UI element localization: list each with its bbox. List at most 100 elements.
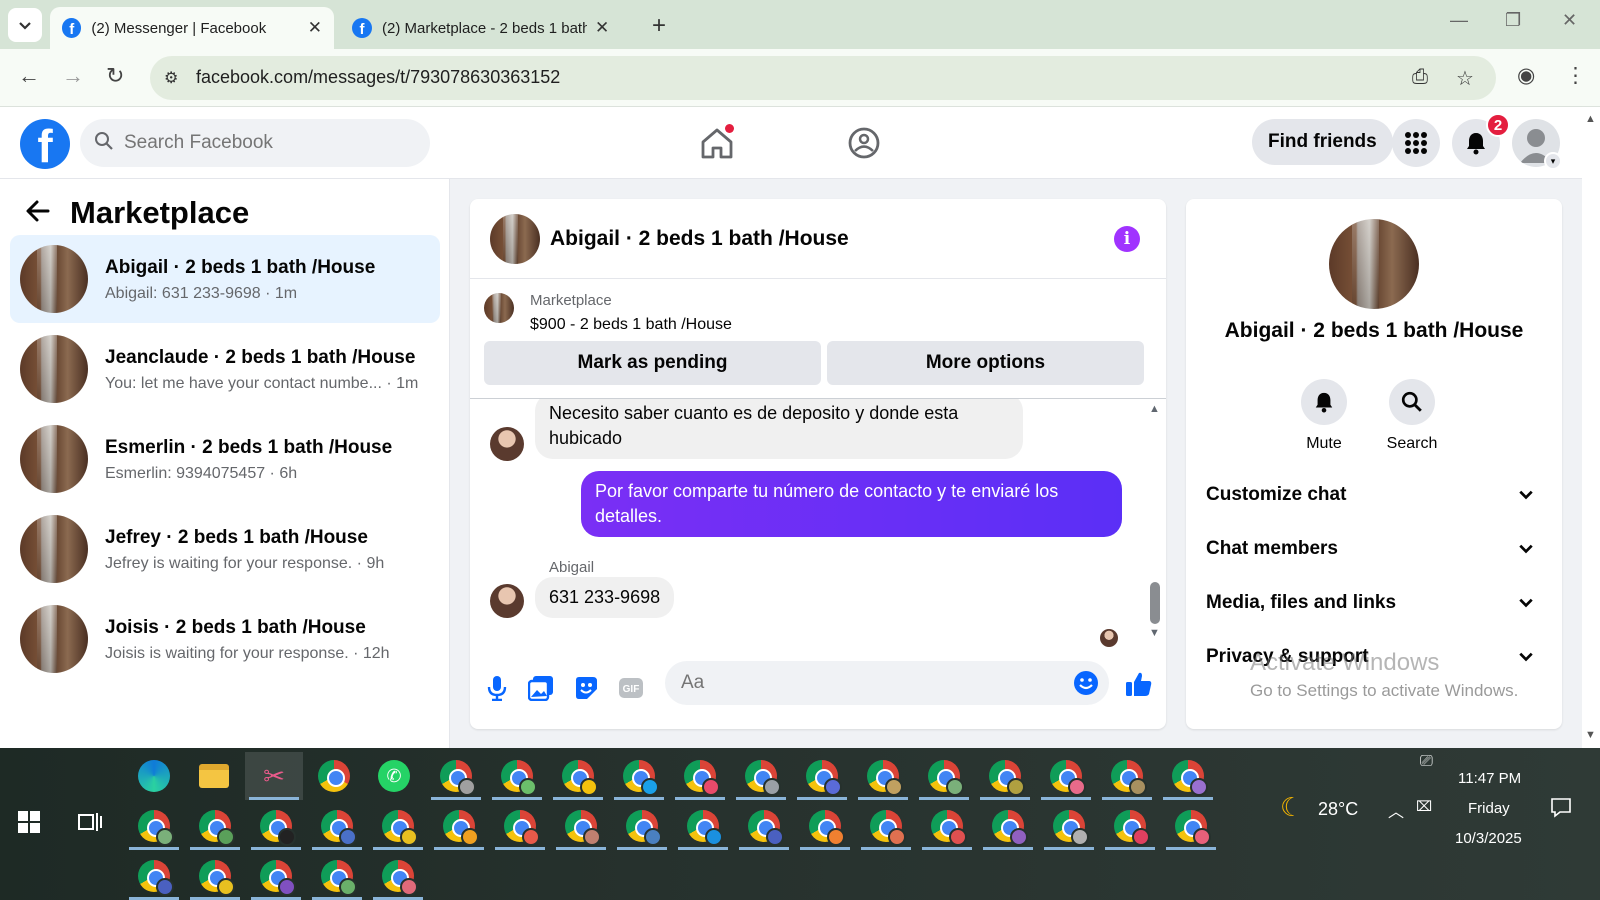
weather-moon-icon[interactable]: ☾ — [1280, 792, 1303, 823]
message-input-box[interactable] — [665, 661, 1109, 705]
chrome-profile-icon[interactable] — [610, 752, 668, 800]
search-icon[interactable] — [1389, 379, 1435, 425]
chrome-profile-icon[interactable] — [247, 852, 305, 900]
chrome-profile-icon[interactable] — [549, 752, 607, 800]
snipping-tool-icon[interactable]: ✂ — [245, 752, 303, 800]
notification-center-small-icon[interactable]: ⎚ — [1420, 753, 1433, 771]
close-tab-icon[interactable]: ✕ — [308, 18, 322, 38]
emoji-icon[interactable] — [1073, 670, 1099, 701]
minimize-icon[interactable]: — — [1450, 10, 1468, 31]
chrome-profile-icon[interactable] — [915, 752, 973, 800]
file-explorer-icon[interactable] — [185, 752, 243, 800]
search-input[interactable] — [124, 119, 414, 167]
chrome-profile-icon[interactable] — [613, 802, 671, 850]
close-window-icon[interactable]: ✕ — [1562, 10, 1577, 31]
chrome-profile-icon[interactable] — [488, 752, 546, 800]
chrome-profile-icon[interactable] — [125, 852, 183, 900]
chrome-profile-icon[interactable] — [976, 752, 1034, 800]
sticker-icon[interactable] — [571, 673, 601, 703]
microphone-icon[interactable] — [482, 673, 512, 703]
chrome-profile-icon[interactable] — [1159, 752, 1217, 800]
chat-scrollbar-thumb[interactable] — [1150, 582, 1160, 624]
chrome-profile-icon[interactable] — [125, 802, 183, 850]
scroll-down-icon[interactable]: ▼ — [1585, 729, 1596, 741]
clock-date[interactable]: 10/3/2025 — [1455, 830, 1522, 847]
chrome-profile-icon[interactable] — [1101, 802, 1159, 850]
chrome-profile-icon[interactable] — [491, 802, 549, 850]
chrome-profile-icon[interactable] — [918, 802, 976, 850]
scroll-down-icon[interactable]: ▼ — [1149, 627, 1160, 639]
chrome-profile-icon[interactable] — [430, 802, 488, 850]
menu-grid-button[interactable] — [1392, 119, 1440, 167]
clock-day[interactable]: Friday — [1468, 800, 1510, 817]
reload-button[interactable]: ↻ — [106, 63, 124, 89]
media-files-links-section[interactable]: Media, files and links — [1206, 592, 1546, 632]
chrome-profile-icon[interactable] — [979, 802, 1037, 850]
whatsapp-icon[interactable]: ✆ — [365, 752, 423, 800]
action-center-icon[interactable] — [1550, 796, 1572, 823]
info-avatar[interactable] — [1329, 219, 1419, 309]
find-friends-button[interactable]: Find friends — [1252, 119, 1393, 165]
chrome-profile-icon[interactable] — [369, 852, 427, 900]
chrome-profile-icon[interactable] — [1162, 802, 1220, 850]
chrome-profile-icon[interactable] — [247, 802, 305, 850]
conversation-item[interactable]: Abigail · 2 beds 1 bath /House Abigail: … — [10, 235, 440, 323]
photo-icon[interactable] — [526, 673, 556, 703]
tab-search-button[interactable] — [8, 8, 42, 42]
page-scrollbar[interactable]: ▲ ▼ — [1582, 107, 1600, 748]
restore-icon[interactable]: ❐ — [1505, 10, 1521, 31]
conversation-item[interactable]: Jefrey · 2 beds 1 bath /House Jefrey is … — [10, 505, 440, 593]
conversation-item[interactable]: Joisis · 2 beds 1 bath /House Joisis is … — [10, 595, 440, 683]
chat-members-section[interactable]: Chat members — [1206, 538, 1546, 578]
close-tab-icon[interactable]: ✕ — [595, 18, 609, 38]
chrome-profile-icon[interactable] — [735, 802, 793, 850]
back-button[interactable]: ← — [18, 63, 40, 89]
gif-icon[interactable]: GIF — [616, 673, 646, 703]
chrome-profile-icon[interactable] — [857, 802, 915, 850]
tray-chevron-up-icon[interactable]: ︿ — [1388, 798, 1404, 822]
message-input[interactable] — [681, 661, 1061, 705]
install-app-icon[interactable]: ⎙ — [1412, 66, 1428, 89]
info-icon[interactable]: i — [1114, 226, 1140, 252]
menu-dots-icon[interactable]: ⋮ — [1565, 63, 1586, 88]
chat-avatar[interactable] — [490, 214, 540, 264]
chrome-profile-icon[interactable] — [308, 852, 366, 900]
facebook-search[interactable] — [80, 119, 430, 167]
url-text[interactable]: facebook.com/messages/t/793078630363152 — [196, 67, 560, 88]
back-arrow-icon[interactable] — [24, 197, 52, 232]
windows-start-icon[interactable] — [18, 811, 40, 838]
chrome-profile-icon[interactable] — [732, 752, 790, 800]
chrome-profile-icon[interactable] — [552, 802, 610, 850]
thumbs-up-icon[interactable] — [1124, 669, 1154, 699]
scroll-up-icon[interactable]: ▲ — [1585, 113, 1596, 125]
search-action[interactable]: Search — [1372, 379, 1452, 453]
mark-as-pending-button[interactable]: Mark as pending — [484, 341, 821, 385]
listing-thumbnail[interactable] — [484, 293, 514, 323]
network-icon[interactable]: ⌧ — [1416, 798, 1432, 815]
edge-app-icon[interactable] — [125, 752, 183, 800]
url-box[interactable]: ⚙ facebook.com/messages/t/79307863036315… — [150, 56, 1496, 100]
conversation-item[interactable]: Jeanclaude · 2 beds 1 bath /House You: l… — [10, 325, 440, 413]
profile-icon[interactable]: ◉ — [1517, 63, 1535, 88]
chrome-profile-icon[interactable] — [796, 802, 854, 850]
mute-action[interactable]: Mute — [1284, 379, 1364, 453]
chrome-profile-icon[interactable] — [1098, 752, 1156, 800]
clock-time[interactable]: 11:47 PM — [1458, 770, 1521, 787]
facebook-logo-icon[interactable]: f — [20, 119, 70, 169]
tab-marketplace[interactable]: f (2) Marketplace - 2 beds 1 bath ✕ — [340, 7, 624, 49]
chrome-profile-icon[interactable] — [793, 752, 851, 800]
chrome-profile-icon[interactable] — [1040, 802, 1098, 850]
site-settings-icon[interactable]: ⚙ — [164, 68, 178, 88]
tab-messenger[interactable]: f (2) Messenger | Facebook ✕ — [50, 7, 334, 49]
conversation-item[interactable]: Esmerlin · 2 beds 1 bath /House Esmerlin… — [10, 415, 440, 503]
chrome-profile-icon[interactable] — [308, 802, 366, 850]
forward-button[interactable]: → — [62, 63, 84, 89]
chrome-profile-icon[interactable] — [671, 752, 729, 800]
chrome-profile-icon[interactable] — [427, 752, 485, 800]
chrome-profile-icon[interactable] — [674, 802, 732, 850]
chat-title[interactable]: Abigail · 2 beds 1 bath /House — [550, 227, 849, 251]
listing-price-title[interactable]: $900 - 2 beds 1 bath /House — [530, 316, 732, 334]
more-options-button[interactable]: More options — [827, 341, 1144, 385]
new-tab-button[interactable]: + — [652, 12, 666, 40]
chrome-profile-icon[interactable] — [186, 802, 244, 850]
